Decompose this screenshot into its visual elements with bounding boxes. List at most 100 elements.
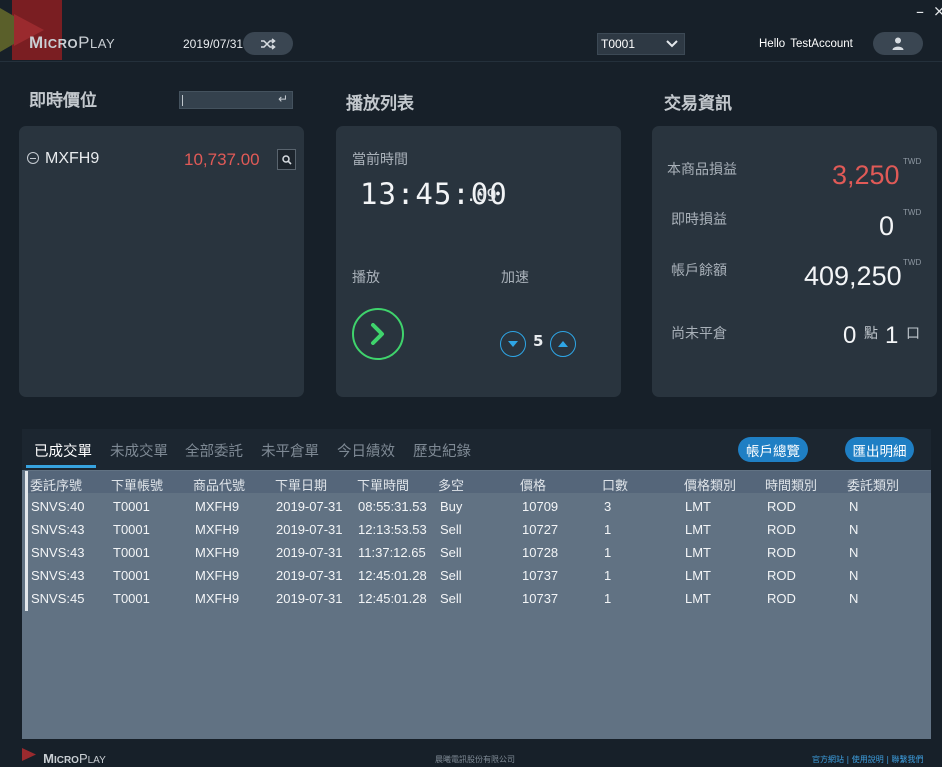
account-select[interactable]: T0001: [597, 33, 685, 55]
close-icon[interactable]: ×: [933, 3, 942, 19]
cell-side: Buy: [440, 499, 463, 514]
realtime-pnl-currency: TWD: [903, 208, 922, 217]
tab-today-performance[interactable]: 今日績效: [337, 440, 395, 461]
cell-time-type: ROD: [767, 522, 796, 537]
cell-order-type: N: [849, 499, 859, 514]
cell-price: 10727: [522, 522, 559, 537]
symbol-search-input[interactable]: ↵: [179, 91, 293, 109]
text-caret: [182, 95, 183, 106]
cell-account: T0001: [113, 522, 150, 537]
playlist-title: 播放列表: [346, 94, 414, 114]
cell-order-time: 12:45:01.28: [358, 591, 427, 606]
cell-price-type: LMT: [685, 522, 711, 537]
cell-symbol: MXFH9: [195, 568, 240, 583]
cell-price-type: LMT: [685, 499, 711, 514]
cell-order-type: N: [849, 545, 859, 560]
app-logo-text: MICROPLAY: [29, 33, 116, 52]
speed-up-button[interactable]: [550, 331, 576, 357]
cell-order-type: N: [849, 568, 859, 583]
col-price[interactable]: 價格: [520, 475, 546, 494]
export-details-button[interactable]: 匯出明細: [845, 437, 914, 462]
col-symbol[interactable]: 商品代號: [193, 475, 245, 494]
speed-down-button[interactable]: [500, 331, 526, 357]
collapse-icon[interactable]: [27, 152, 39, 164]
tab-open-positions[interactable]: 未平倉單: [261, 440, 319, 461]
col-order-time[interactable]: 下單時間: [357, 475, 409, 494]
cell-qty: 1: [604, 568, 612, 583]
footer-logo: MICROPLAY: [22, 748, 106, 767]
col-order-seq[interactable]: 委託序號: [30, 475, 82, 494]
session-date: 2019/07/31: [183, 37, 244, 51]
cell-price: 10737: [522, 591, 559, 606]
quote-price: 10,737.00: [184, 150, 260, 169]
balance-currency: TWD: [903, 258, 922, 267]
cell-order-date: 2019-07-31: [276, 499, 343, 514]
cell-price: 10737: [522, 568, 559, 583]
cell-time-type: ROD: [767, 591, 796, 606]
open-position-label: 尚未平倉: [671, 326, 727, 342]
quote-symbol[interactable]: MXFH9: [45, 150, 99, 168]
shuffle-icon: [261, 37, 276, 50]
cell-qty: 1: [604, 522, 612, 537]
cell-order-time: 08:55:31.53: [358, 499, 427, 514]
cell-time-type: ROD: [767, 568, 796, 583]
cell-side: Sell: [440, 568, 462, 583]
minimize-icon[interactable]: –: [916, 4, 924, 20]
cell-order-time: 12:13:53.53: [358, 522, 427, 537]
cell-order-date: 2019-07-31: [276, 591, 343, 606]
logo-micro-rest: ICRO: [43, 36, 79, 51]
account-select-value: T0001: [601, 37, 636, 51]
col-order-date[interactable]: 下單日期: [275, 475, 327, 494]
cell-order-seq: SNVS:40: [31, 499, 85, 514]
tab-unfilled-orders[interactable]: 未成交單: [110, 440, 168, 461]
cell-symbol: MXFH9: [195, 591, 240, 606]
user-profile-button[interactable]: [873, 32, 923, 55]
realtime-title: 即時價位: [29, 91, 97, 111]
cell-order-date: 2019-07-31: [276, 568, 343, 583]
realtime-pnl-value: 0: [879, 211, 895, 241]
open-points-value: 0: [843, 322, 857, 349]
header-divider: [0, 61, 942, 62]
col-qty[interactable]: 口數: [602, 475, 628, 494]
cell-order-type: N: [849, 522, 859, 537]
greeting-username: TestAccount: [790, 38, 853, 50]
lots-unit: 口: [906, 326, 920, 342]
pnl-label: 本商品損益: [667, 162, 737, 178]
cell-order-time: 12:45:01.28: [358, 568, 427, 583]
play-button[interactable]: [352, 308, 404, 360]
footer-logo-mark: [22, 748, 36, 761]
cell-price-type: LMT: [685, 545, 711, 560]
cell-price: 10709: [522, 499, 559, 514]
cell-price-type: LMT: [685, 591, 711, 606]
cell-qty: 1: [604, 545, 612, 560]
cell-qty: 3: [604, 499, 612, 514]
footer-links[interactable]: 官方網站 | 使用說明 | 聯繫我們: [812, 754, 924, 765]
playback-clock-ms: .09: [466, 186, 497, 206]
tab-history[interactable]: 歷史紀錄: [413, 440, 471, 461]
col-account[interactable]: 下單帳號: [111, 475, 163, 494]
cell-order-date: 2019-07-31: [276, 522, 343, 537]
cell-account: T0001: [113, 591, 150, 606]
tab-filled-orders[interactable]: 已成交單: [34, 440, 92, 461]
cell-order-seq: SNVS:45: [31, 591, 85, 606]
cell-order-type: N: [849, 591, 859, 606]
col-side[interactable]: 多空: [438, 475, 464, 494]
cell-side: Sell: [440, 591, 462, 606]
account-overview-button[interactable]: 帳戶總覽: [738, 437, 808, 462]
shuffle-button[interactable]: [243, 32, 293, 55]
search-icon: [281, 154, 292, 165]
realtime-pnl-label: 即時損益: [671, 212, 727, 228]
col-time-type[interactable]: 時間類別: [765, 475, 817, 494]
quote-search-button[interactable]: [277, 149, 296, 170]
enter-icon: ↵: [277, 92, 288, 106]
cell-side: Sell: [440, 545, 462, 560]
speed-label: 加速: [501, 270, 529, 286]
play-label: 播放: [352, 270, 380, 286]
col-order-type[interactable]: 委託類別: [847, 475, 899, 494]
tab-all-orders[interactable]: 全部委託: [185, 440, 243, 461]
balance-value: 409,250: [804, 261, 902, 291]
col-price-type[interactable]: 價格類別: [684, 475, 736, 494]
cell-account: T0001: [113, 499, 150, 514]
speed-value: 5: [533, 332, 544, 350]
cell-symbol: MXFH9: [195, 499, 240, 514]
